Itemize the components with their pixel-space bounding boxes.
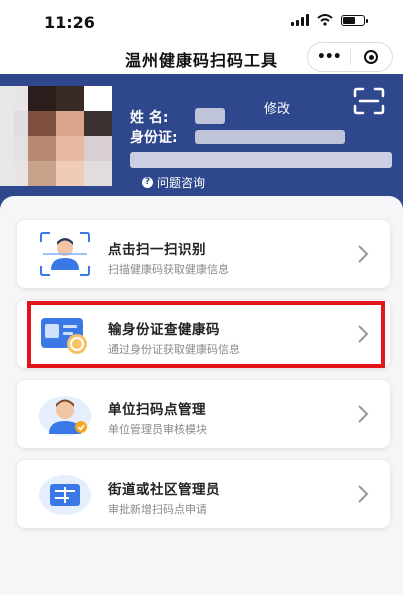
card-subtitle: 扫描健康码获取健康信息 bbox=[108, 263, 229, 276]
id-value-redacted bbox=[195, 130, 345, 144]
battery-icon bbox=[341, 14, 368, 26]
mini-program-capsule: ••• bbox=[307, 42, 393, 72]
question-icon: ? bbox=[142, 177, 153, 188]
photo-edge bbox=[0, 86, 14, 186]
card-subtitle: 审批新增扫码点申请 bbox=[108, 503, 207, 516]
admin-avatar-icon bbox=[39, 396, 91, 436]
scan-face-icon bbox=[40, 232, 90, 276]
menu-card-community-admin[interactable]: 街道或社区管理员 审批新增扫码点申请 bbox=[17, 460, 390, 528]
scan-icon[interactable] bbox=[352, 86, 386, 116]
close-button[interactable] bbox=[350, 50, 392, 64]
menu-card-unit-admin[interactable]: 单位扫码点管理 单位管理员审核模块 bbox=[17, 380, 390, 448]
help-link[interactable]: ? 问题咨询 bbox=[142, 174, 205, 191]
avatar bbox=[0, 86, 112, 186]
id-label: 身份证: bbox=[130, 130, 178, 146]
name-value-redacted bbox=[195, 108, 225, 124]
edit-link[interactable]: 修改 bbox=[264, 98, 290, 117]
community-icon bbox=[39, 475, 91, 515]
info-value-redacted bbox=[130, 152, 392, 168]
card-title: 单位扫码点管理 bbox=[108, 402, 206, 418]
signal-icon bbox=[291, 14, 309, 26]
card-title: 街道或社区管理员 bbox=[108, 482, 220, 498]
card-subtitle: 单位管理员审核模块 bbox=[108, 423, 207, 436]
nav-bar: 温州健康码扫码工具 ••• bbox=[0, 40, 403, 74]
close-icon bbox=[364, 50, 379, 64]
menu-card-scan[interactable]: 点击扫一扫识别 扫描健康码获取健康信息 bbox=[17, 220, 390, 288]
chevron-right-icon bbox=[358, 485, 369, 503]
chevron-right-icon bbox=[358, 245, 369, 263]
status-time: 11:26 bbox=[44, 13, 95, 32]
status-icons bbox=[291, 14, 368, 26]
more-menu-button[interactable]: ••• bbox=[308, 49, 350, 65]
status-bar: 11:26 bbox=[0, 0, 403, 40]
wifi-icon bbox=[317, 14, 333, 26]
chevron-right-icon bbox=[358, 405, 369, 423]
name-label: 姓 名: bbox=[130, 110, 169, 126]
menu-panel: 点击扫一扫识别 扫描健康码获取健康信息 输身份证查健康码 通过身份证获取健康码信… bbox=[0, 196, 403, 595]
help-label: 问题咨询 bbox=[157, 176, 206, 190]
highlight-annotation bbox=[27, 301, 385, 368]
card-title: 点击扫一扫识别 bbox=[108, 242, 206, 258]
